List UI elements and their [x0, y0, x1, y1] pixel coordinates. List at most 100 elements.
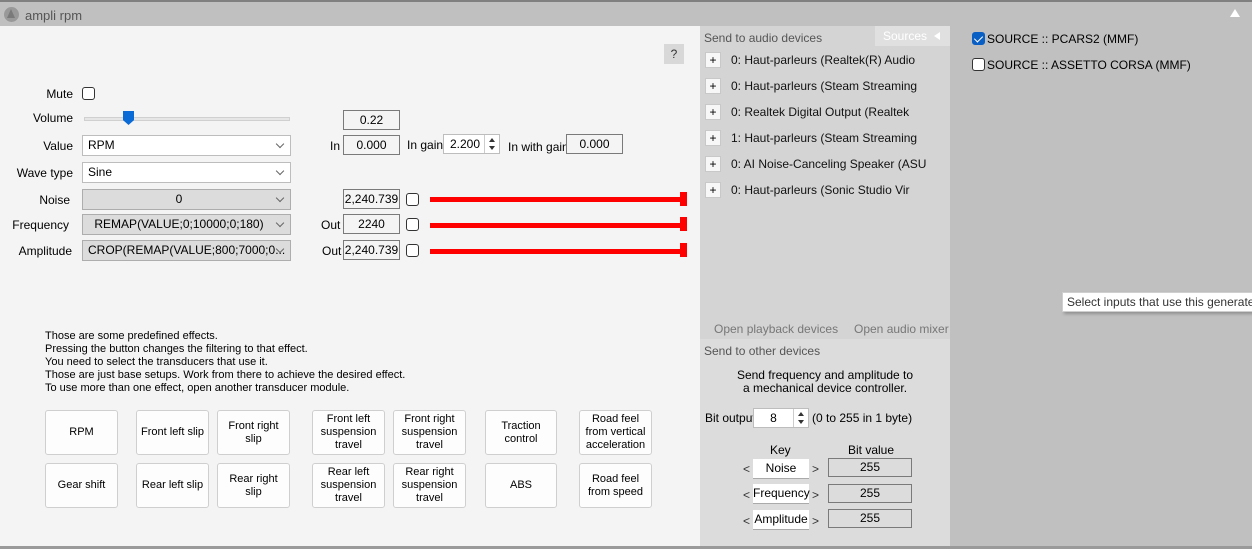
amplitude-label: Amplitude: [18, 244, 72, 258]
amplitude-select[interactable]: CROP(REMAP(VALUE;800;7000;0...: [82, 240, 291, 261]
mute-label: Mute: [46, 87, 73, 101]
in-with-gain-value: 0.000: [566, 134, 623, 154]
noise-select-text: 0: [175, 192, 183, 206]
bit-output-value: 8: [770, 411, 777, 425]
frequency-level-cap: [680, 217, 687, 231]
audio-devices-panel: [700, 26, 950, 316]
wave-type-select[interactable]: Sine: [82, 162, 291, 183]
volume-label: Volume: [32, 111, 73, 125]
frequency-out-label: Out: [321, 218, 341, 232]
add-device-button[interactable]: +: [705, 78, 721, 94]
noise-out-value: 2,240.739: [343, 189, 400, 209]
source-checkbox-assetto-corsa[interactable]: [972, 58, 985, 71]
frequency-checkbox[interactable]: [406, 218, 419, 231]
device-item: 0: Realtek Digital Output (Realtek: [731, 105, 910, 119]
noise-select[interactable]: 0: [82, 189, 291, 210]
frequency-select[interactable]: REMAP(VALUE;0;10000;0;180): [82, 214, 291, 235]
key-prev-button[interactable]: <: [743, 488, 750, 502]
spin-up-icon[interactable]: [798, 412, 804, 416]
effect-button-front-left-suspension[interactable]: Front left suspension travel: [312, 410, 385, 455]
tooltip: Select inputs that use this generated: [1062, 292, 1252, 312]
key-label: Frequency: [753, 484, 810, 504]
effect-button-front-left-slip[interactable]: Front left slip: [136, 410, 209, 455]
mute-checkbox[interactable]: [82, 87, 95, 100]
effect-button-rear-right-suspension[interactable]: Rear right suspension travel: [393, 463, 466, 508]
bit-value: 255: [828, 484, 912, 503]
bit-output-spinner[interactable]: 8: [753, 408, 809, 428]
description-line: Those are just base setups. Work from th…: [45, 369, 406, 381]
add-device-button[interactable]: +: [705, 156, 721, 172]
in-gain-spinner[interactable]: 2.200: [443, 134, 500, 154]
key-prev-button[interactable]: <: [743, 514, 750, 528]
source-checkbox-pcars2[interactable]: [972, 32, 985, 45]
effect-button-rear-left-slip[interactable]: Rear left slip: [136, 463, 209, 508]
spin-buttons[interactable]: [793, 409, 808, 427]
other-info-line1: Send frequency and amplitude to: [736, 368, 914, 382]
add-device-button[interactable]: +: [705, 130, 721, 146]
spin-down-icon[interactable]: [798, 420, 804, 424]
window-title: ampli rpm: [25, 8, 83, 23]
source-label: SOURCE :: PCARS2 (MMF): [987, 32, 1139, 46]
title-bar: ampli rpm: [0, 0, 1252, 26]
noise-checkbox[interactable]: [406, 193, 419, 206]
bit-value: 255: [828, 458, 912, 477]
key-prev-button[interactable]: <: [743, 462, 750, 476]
volume-slider-track[interactable]: [84, 117, 290, 121]
key-next-button[interactable]: >: [812, 488, 819, 502]
effect-button-rear-right-slip[interactable]: Rear right slip: [217, 463, 290, 508]
effect-button-front-right-suspension[interactable]: Front right suspension travel: [393, 410, 466, 455]
frequency-level-bar: [430, 223, 682, 228]
key-next-button[interactable]: >: [812, 462, 819, 476]
effect-button-gear-shift[interactable]: Gear shift: [45, 463, 118, 508]
effect-button-abs[interactable]: ABS: [485, 463, 557, 508]
value-select-text: RPM: [88, 138, 115, 152]
key-label: Amplitude: [753, 510, 809, 530]
effects-description: Those are some predefined effects. Press…: [45, 330, 405, 395]
sources-tab[interactable]: Sources: [875, 26, 950, 46]
source-label: SOURCE :: ASSETTO CORSA (MMF): [987, 58, 1191, 72]
open-playback-devices-link[interactable]: Open playback devices: [714, 322, 838, 336]
other-devices-header: Send to other devices: [704, 344, 821, 358]
triangle-up-icon[interactable]: [1230, 9, 1240, 17]
help-button[interactable]: ?: [664, 44, 684, 64]
in-value: 0.000: [343, 135, 400, 155]
device-item: 0: Haut-parleurs (Steam Streaming: [731, 79, 918, 93]
chevron-down-icon: [275, 166, 285, 176]
device-item: 0: Haut-parleurs (Sonic Studio Vir: [731, 183, 910, 197]
in-with-gain-label: In with gain: [508, 140, 569, 154]
spin-buttons[interactable]: [484, 135, 499, 153]
device-item: 0: Haut-parleurs (Realtek(R) Audio: [731, 53, 916, 67]
amplitude-out-label: Out: [322, 244, 342, 258]
triangle-left-icon: [934, 32, 940, 40]
other-info-line2: a mechanical device controller.: [742, 381, 908, 395]
amplitude-out-value: 2,240.739: [343, 240, 400, 260]
amplitude-select-text: CROP(REMAP(VALUE;800;7000;0...: [88, 243, 286, 257]
effect-button-rear-left-suspension[interactable]: Rear left suspension travel: [312, 463, 385, 508]
effect-button-road-feel-vertical[interactable]: Road feel from vertical acceleration: [579, 410, 652, 455]
in-label: In: [329, 139, 340, 153]
key-next-button[interactable]: >: [812, 514, 819, 528]
noise-level-cap: [680, 192, 687, 206]
add-device-button[interactable]: +: [705, 52, 721, 68]
in-gain-label: In gain: [407, 138, 444, 152]
wave-type-label: Wave type: [16, 166, 73, 180]
value-label: Value: [43, 139, 73, 153]
amplitude-checkbox[interactable]: [406, 244, 419, 257]
effect-button-front-right-slip[interactable]: Front right slip: [217, 410, 290, 455]
effect-button-traction-control[interactable]: Traction control: [485, 410, 557, 455]
noise-label: Noise: [39, 193, 70, 207]
add-device-button[interactable]: +: [705, 182, 721, 198]
amplitude-level-bar: [430, 249, 682, 254]
description-line: You need to select the transducers that …: [45, 356, 268, 368]
bit-output-label: Bit output: [705, 411, 756, 425]
effect-button-rpm[interactable]: RPM: [45, 410, 118, 455]
spin-down-icon[interactable]: [489, 146, 495, 150]
spin-up-icon[interactable]: [489, 138, 495, 142]
add-device-button[interactable]: +: [705, 104, 721, 120]
key-label: Noise: [753, 459, 809, 479]
volume-value: 0.22: [343, 110, 400, 130]
value-select[interactable]: RPM: [82, 135, 291, 156]
effect-button-road-feel-speed[interactable]: Road feel from speed: [579, 463, 652, 508]
frequency-label: Frequency: [12, 218, 69, 232]
open-audio-mixer-link[interactable]: Open audio mixer: [854, 322, 949, 336]
